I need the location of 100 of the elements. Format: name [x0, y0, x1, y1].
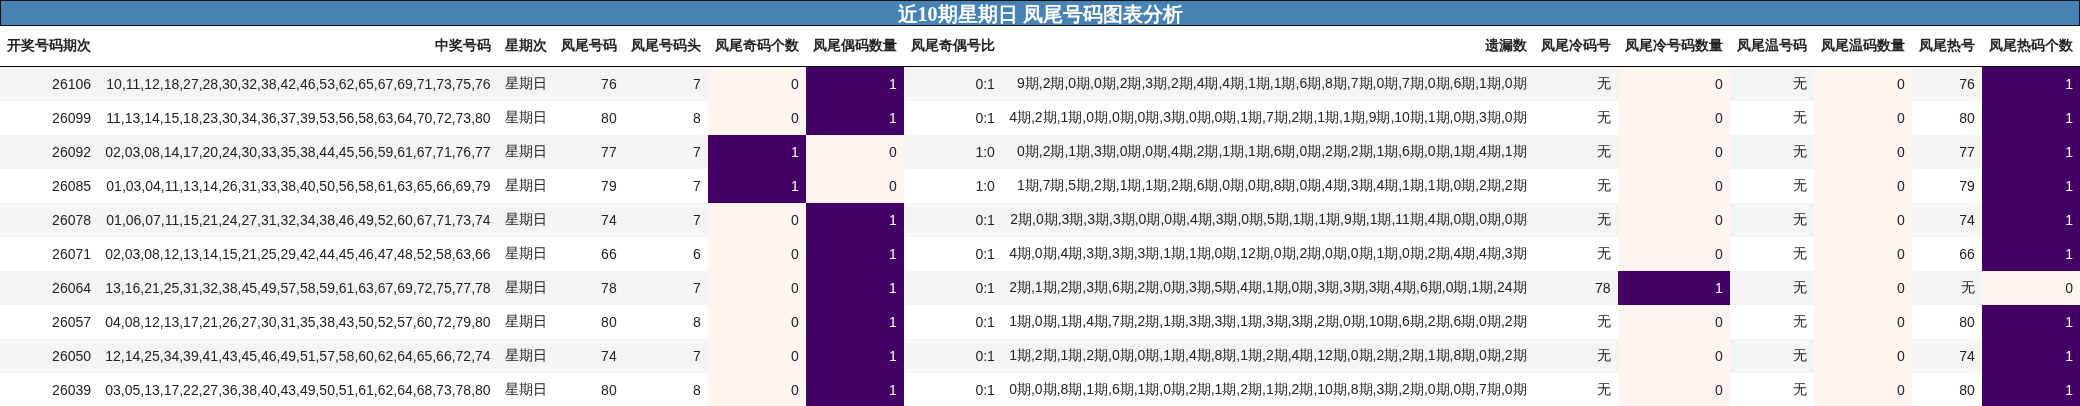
table-cell: 7: [623, 203, 708, 237]
table-cell: 1: [1617, 271, 1730, 305]
table-cell: 0:1: [903, 101, 1002, 135]
table-cell: 0: [1813, 66, 1912, 101]
table-cell: 0: [707, 66, 806, 101]
table-cell: 1期,7期,5期,2期,1期,1期,2期,6期,0期,0期,8期,0期,4期,3期,4期,1期,1期,0期,2期,2期: [1001, 169, 1534, 203]
table-cell: 0: [707, 271, 806, 305]
table-title: 近10期星期日 凤尾号码图表分析: [0, 0, 2080, 26]
table-cell: 无: [1533, 305, 1618, 339]
table-cell: 4期,0期,4期,3期,3期,3期,1期,1期,0期,12期,0期,2期,0期,0期,1期,0期,2期,4期,4期,3期: [1001, 237, 1534, 271]
table-cell: 1期,0期,1期,4期,7期,2期,1期,3期,3期,1期,3期,3期,2期,0期,10期,6期,2期,6期,0期,2期: [1001, 305, 1534, 339]
table-cell: 0: [1813, 339, 1912, 373]
table-cell: 1: [805, 237, 904, 271]
table-cell: 74: [553, 203, 624, 237]
table-cell: 0: [1813, 203, 1912, 237]
table-cell: 1: [805, 305, 904, 339]
table-cell: 星期日: [497, 169, 554, 203]
table-cell: 26092: [0, 135, 99, 169]
table-cell: 星期日: [497, 135, 554, 169]
table-cell: 无: [1729, 135, 1814, 169]
table-cell: 26099: [0, 101, 99, 135]
table-cell: 星期日: [497, 339, 554, 373]
table-cell: 77: [1911, 135, 1982, 169]
table-cell: 0:1: [903, 339, 1002, 373]
table-cell: 26071: [0, 237, 99, 271]
table-cell: 11,13,14,15,18,23,30,34,36,37,39,53,56,58,63,64,70,72,73,80: [98, 101, 498, 135]
column-header: 遗漏数: [1001, 26, 1534, 67]
table-cell: 1: [1981, 66, 2080, 101]
table-cell: 1:0: [903, 135, 1002, 169]
table-cell: 无: [1533, 373, 1618, 406]
table-cell: 0:1: [903, 271, 1002, 305]
table-cell: 0: [1813, 271, 1912, 305]
table-cell: 02,03,08,12,13,14,15,21,25,29,42,44,45,46,47,48,52,58,63,66: [98, 237, 498, 271]
table-cell: 无: [1729, 169, 1814, 203]
table-cell: 0: [1813, 237, 1912, 271]
table-cell: 8: [623, 373, 708, 406]
table-cell: 7: [623, 271, 708, 305]
table-cell: 13,16,21,25,31,32,38,45,49,57,58,59,61,63,67,69,72,75,77,78: [98, 271, 498, 305]
table-cell: 1: [1981, 237, 2080, 271]
table-cell: 星期日: [497, 271, 554, 305]
table-cell: 0期,0期,8期,1期,6期,1期,0期,2期,1期,2期,1期,2期,10期,8期,3期,2期,0期,0期,7期,0期: [1001, 373, 1534, 406]
table-cell: 0: [1617, 169, 1730, 203]
table-cell: 0: [1617, 237, 1730, 271]
table-cell: 1: [1981, 101, 2080, 135]
table-cell: 7: [623, 169, 708, 203]
table-cell: 1: [1981, 373, 2080, 406]
table-cell: 02,03,08,14,17,20,24,30,33,35,38,44,45,56,59,61,67,71,76,77: [98, 135, 498, 169]
column-header: 开奖号码期次: [0, 26, 99, 67]
table-cell: 26085: [0, 169, 99, 203]
table-cell: 无: [1533, 169, 1618, 203]
column-header: 凤尾偶码数量: [805, 26, 904, 67]
table-cell: 无: [1533, 237, 1618, 271]
table-cell: 1: [1981, 305, 2080, 339]
table-cell: 1: [1981, 203, 2080, 237]
table-cell: 76: [1911, 66, 1982, 101]
table-cell: 1: [805, 203, 904, 237]
table-cell: 1: [805, 271, 904, 305]
table-cell: 77: [553, 135, 624, 169]
table-cell: 9期,2期,0期,0期,2期,3期,2期,4期,4期,1期,1期,6期,8期,7期,0期,7期,0期,6期,1期,0期: [1001, 66, 1534, 101]
table-cell: 7: [623, 66, 708, 101]
table-cell: 0: [707, 203, 806, 237]
table-cell: 01,06,07,11,15,21,24,27,31,32,34,38,46,49,52,60,67,71,73,74: [98, 203, 498, 237]
table-cell: 76: [553, 66, 624, 101]
table-cell: 66: [1911, 237, 1982, 271]
table-cell: 无: [1533, 66, 1618, 101]
table-cell: 0: [1981, 271, 2080, 305]
table-cell: 星期日: [497, 203, 554, 237]
table-cell: 4期,2期,1期,0期,0期,0期,3期,0期,0期,1期,7期,2期,1期,1期,9期,10期,1期,0期,3期,0期: [1001, 101, 1534, 135]
table-cell: 0: [1617, 339, 1730, 373]
table-cell: 0: [1617, 101, 1730, 135]
table-cell: 74: [1911, 339, 1982, 373]
table-cell: 2期,0期,3期,3期,3期,0期,0期,4期,3期,0期,5期,1期,1期,9期,1期,11期,4期,0期,0期,0期: [1001, 203, 1534, 237]
table-cell: 0:1: [903, 373, 1002, 406]
table-cell: 0期,2期,1期,3期,0期,0期,4期,2期,1期,1期,6期,0期,2期,2期,1期,6期,0期,1期,4期,1期: [1001, 135, 1534, 169]
column-header: 凤尾冷码号: [1533, 26, 1618, 67]
table-cell: 无: [1533, 339, 1618, 373]
table-cell: 无: [1729, 203, 1814, 237]
table-cell: 10,11,12,18,27,28,30,32,38,42,46,53,62,65,67,69,71,73,75,76: [98, 66, 498, 101]
column-header: 凤尾号码: [553, 26, 624, 67]
table-cell: 80: [1911, 101, 1982, 135]
table-cell: 1期,2期,1期,2期,0期,0期,1期,4期,8期,1期,2期,4期,12期,0期,2期,2期,1期,8期,0期,2期: [1001, 339, 1534, 373]
column-header: 凤尾号码头: [623, 26, 708, 67]
table-cell: 1: [805, 339, 904, 373]
table-cell: 1: [707, 135, 806, 169]
table-cell: 星期日: [497, 373, 554, 406]
table-cell: 0: [1617, 305, 1730, 339]
table-cell: 无: [1729, 305, 1814, 339]
table-cell: 80: [553, 101, 624, 135]
table-cell: 无: [1911, 271, 1982, 305]
column-header: 星期次: [497, 26, 554, 67]
table-cell: 2期,1期,2期,3期,6期,2期,0期,3期,5期,4期,1期,0期,3期,3期,3期,4期,6期,0期,1期,24期: [1001, 271, 1534, 305]
table-cell: 80: [553, 373, 624, 406]
table-cell: 80: [1911, 305, 1982, 339]
table-cell: 星期日: [497, 66, 554, 101]
table-cell: 0: [707, 305, 806, 339]
table-cell: 无: [1729, 339, 1814, 373]
table-cell: 无: [1729, 271, 1814, 305]
table-cell: 0: [707, 339, 806, 373]
table-cell: 1: [1981, 339, 2080, 373]
column-header: 凤尾奇码个数: [707, 26, 806, 67]
